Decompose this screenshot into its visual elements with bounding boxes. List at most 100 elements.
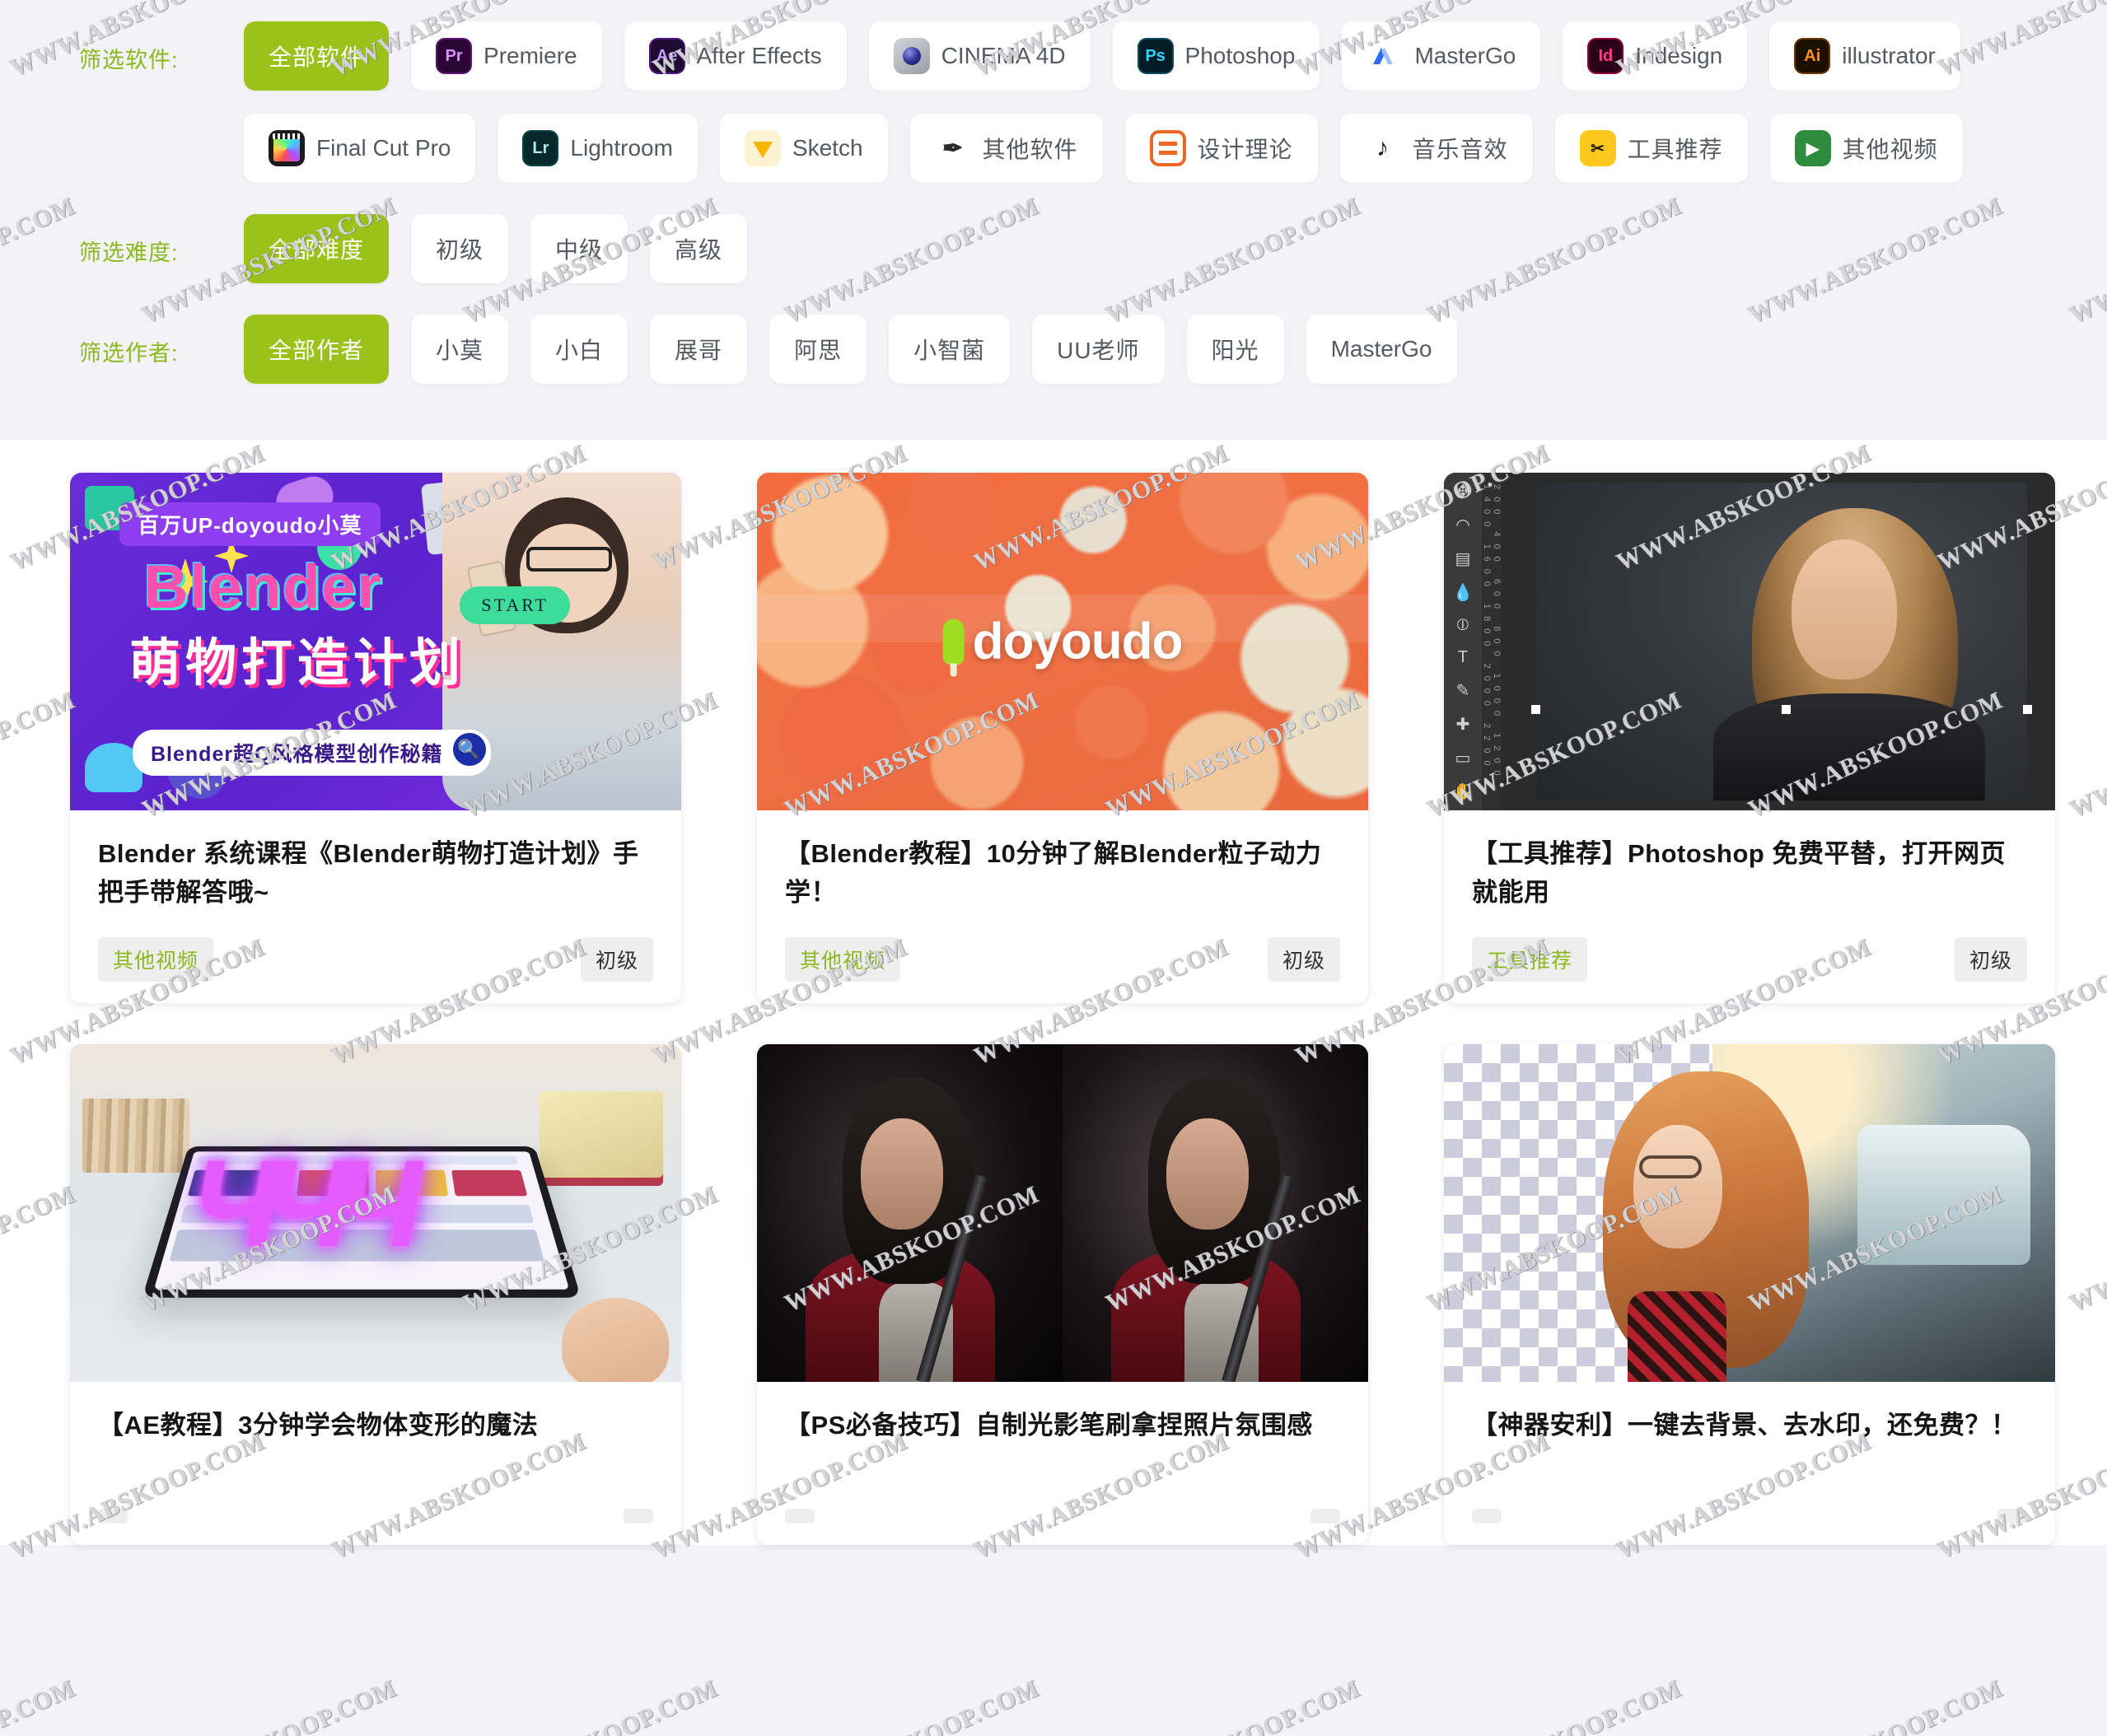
course-card[interactable]: 【神器安利】一键去背景、去水印，还免费？！: [1444, 1044, 2055, 1545]
brush-tool-icon: ✎: [1456, 680, 1470, 701]
filter-row-author: 筛选作者: 全部作者 小莫 小白 展哥 阿思 小智菌 UU老师: [0, 315, 2107, 407]
course-level-tag: 初级: [1955, 937, 2027, 982]
course-card[interactable]: 百万UP-doyoudo小莫 Blender 萌物打造计划 START Blen…: [70, 473, 681, 1003]
filter-label-software: 筛选软件:: [79, 21, 244, 72]
watermark-text: WWW.ABSKOOP.COM: [1102, 1674, 1365, 1736]
filter-chip-illustrator[interactable]: Ai illustrator: [1769, 21, 1960, 91]
filter-chip-label: 全部软件: [269, 40, 364, 72]
filter-chip-cinema4d[interactable]: CINEMA 4D: [869, 21, 1091, 91]
course-card[interactable]: doyoudo 【Blender教程】10分钟了解Blender粒子动力学！ 其…: [757, 473, 1368, 1003]
filter-chip-mastergo[interactable]: MasterGo: [1342, 21, 1540, 91]
course-meta: 其他视频 初级: [785, 937, 1340, 982]
filter-chip-label: Final Cut Pro: [316, 135, 451, 161]
after-effects-icon: Ae: [649, 38, 685, 74]
course-card-body: Blender 系统课程《Blender萌物打造计划》手把手带解答哦~ 其他视频…: [70, 810, 681, 1003]
filter-chip-author-xiaobai[interactable]: 小白: [530, 315, 628, 384]
filter-chip-sketch[interactable]: Sketch: [720, 114, 888, 183]
filter-chip-author-zhange[interactable]: 展哥: [650, 315, 747, 384]
course-meta: [98, 1509, 653, 1524]
filter-chip-design-theory[interactable]: 设计理论: [1125, 114, 1318, 183]
filter-chip-all-software[interactable]: 全部软件: [244, 21, 389, 91]
ps-toolbar: ✥ ◠ ▤ 💧 ⦶ T ✎ ✚ ▭ ✋ 🔍: [1444, 473, 1482, 810]
filter-chips-author: 全部作者 小莫 小白 展哥 阿思 小智菌 UU老师 阳光: [244, 315, 1479, 407]
watermark-text: WWW.ABSKOOP.COM: [138, 1674, 401, 1736]
course-card[interactable]: ЧЧЧ 【AE教程】3分钟学会物体变形的魔法: [70, 1044, 681, 1545]
course-category-tag: [98, 1509, 128, 1524]
filter-chip-author-mastergo[interactable]: MasterGo: [1306, 315, 1457, 384]
filter-chip-label: After Effects: [697, 43, 822, 69]
thumb-start-button: START: [460, 586, 570, 624]
move-tool-icon: ✥: [1456, 481, 1470, 502]
music-note-icon: ♪: [1365, 130, 1401, 166]
course-card-body: 【AE教程】3分钟学会物体变形的魔法: [70, 1382, 681, 1545]
course-level-tag: 初级: [581, 937, 653, 982]
filter-chip-music-sfx[interactable]: ♪ 音乐音效: [1340, 114, 1533, 183]
filter-chip-lightroom[interactable]: Lr Lightroom: [498, 114, 698, 183]
filter-chips-difficulty: 全部难度 初级 中级 高级: [244, 214, 769, 306]
watermark-text: WWW.ABSKOOP.COM: [0, 1674, 80, 1736]
illustrator-icon: Ai: [1794, 38, 1830, 74]
filter-chip-other-video[interactable]: ▶ 其他视频: [1770, 114, 1963, 183]
course-thumbnail: ЧЧЧ: [70, 1044, 681, 1382]
doyoudo-logo: doyoudo: [943, 613, 1183, 671]
filter-chip-after-effects[interactable]: Ae After Effects: [624, 21, 847, 91]
filter-chip-intermediate[interactable]: 中级: [530, 214, 628, 283]
course-title: 【PS必备技巧】自制光影笔刷拿捏照片氛围感: [785, 1407, 1340, 1486]
final-cut-pro-icon: [269, 130, 305, 166]
doyoudo-logo-text: doyoudo: [973, 613, 1183, 671]
thumb-subtitle: Blender超Q风格模型创作秘籍 🔍: [133, 730, 491, 776]
course-card[interactable]: ✥ ◠ ▤ 💧 ⦶ T ✎ ✚ ▭ ✋ 🔍 200 400 600 800 10…: [1444, 473, 2055, 1003]
filter-chip-label: 其他软件: [983, 132, 1078, 165]
course-list: 百万UP-doyoudo小莫 Blender 萌物打造计划 START Blen…: [0, 440, 2107, 1545]
filter-chip-photoshop[interactable]: Ps Photoshop: [1113, 21, 1320, 91]
filter-chip-label: 展哥: [675, 333, 722, 366]
gradient-tool-icon: ▤: [1455, 548, 1471, 569]
filter-chip-indesign[interactable]: Id Indesign: [1563, 21, 1747, 91]
course-title: 【工具推荐】Photoshop 免费平替，打开网页就能用: [1472, 835, 2027, 914]
filter-chip-all-difficulty[interactable]: 全部难度: [244, 214, 389, 283]
filter-chip-author-xiaozhijun[interactable]: 小智菌: [889, 315, 1010, 384]
filter-chip-all-authors[interactable]: 全部作者: [244, 315, 389, 384]
sketch-icon: [745, 130, 781, 166]
filter-chip-label: 工具推荐: [1628, 132, 1723, 165]
course-meta: 工具推荐 初级: [1472, 937, 2027, 982]
filter-label-difficulty: 筛选难度:: [79, 214, 244, 264]
filter-chip-premiere[interactable]: Pr Premiere: [411, 21, 602, 91]
filter-chip-other-software[interactable]: ✒ 其他软件: [910, 114, 1103, 183]
filter-chip-author-uu-teacher[interactable]: UU老师: [1032, 315, 1164, 384]
filter-chip-label: 其他视频: [1843, 132, 1938, 165]
filter-chip-label: 设计理论: [1198, 132, 1293, 165]
course-meta: [785, 1509, 1340, 1524]
premiere-icon: Pr: [436, 38, 472, 74]
course-thumbnail: ✥ ◠ ▤ 💧 ⦶ T ✎ ✚ ▭ ✋ 🔍 200 400 600 800 10…: [1444, 473, 2055, 810]
course-level-tag: [1310, 1509, 1340, 1524]
course-level-tag: 初级: [1268, 937, 1340, 982]
filter-chip-label: 初级: [436, 232, 484, 265]
indesign-icon: Id: [1587, 38, 1623, 74]
watermark-text: WWW.ABSKOOP.COM: [1423, 1674, 1686, 1736]
thumb-top-badge: 百万UP-doyoudo小莫: [119, 502, 381, 546]
blur-tool-icon: 💧: [1453, 582, 1474, 603]
course-card[interactable]: 【PS必备技巧】自制光影笔刷拿捏照片氛围感: [757, 1044, 1368, 1545]
type-tool-icon: T: [1458, 648, 1468, 667]
filter-chip-advanced[interactable]: 高级: [650, 214, 747, 283]
filter-chip-label: Sketch: [792, 135, 863, 161]
pen-nib-icon: ✒: [935, 130, 971, 166]
course-meta: [1472, 1509, 2027, 1524]
cinema4d-icon: [894, 38, 930, 74]
filter-chip-beginner[interactable]: 初级: [411, 214, 508, 283]
filter-chip-author-yangguang[interactable]: 阳光: [1187, 315, 1284, 384]
filter-chip-label: 音乐音效: [1413, 132, 1508, 165]
watermark-text: WWW.ABSKOOP.COM: [781, 1674, 1044, 1736]
course-grid: 百万UP-doyoudo小莫 Blender 萌物打造计划 START Blen…: [0, 473, 2107, 1545]
course-category-tag: [1472, 1509, 1502, 1524]
filter-chip-label: CINEMA 4D: [941, 43, 1066, 69]
filter-chip-tool-recommend[interactable]: ✂ 工具推荐: [1555, 114, 1748, 183]
course-card-body: 【Blender教程】10分钟了解Blender粒子动力学！ 其他视频 初级: [757, 810, 1368, 1003]
filter-row-difficulty: 筛选难度: 全部难度 初级 中级 高级: [0, 214, 2107, 306]
filter-chip-author-asi[interactable]: 阿思: [769, 315, 867, 384]
filter-chip-author-xiaomo[interactable]: 小莫: [411, 315, 508, 384]
filter-chips-software: 全部软件 Pr Premiere Ae After Effects CINEMA…: [244, 21, 2015, 206]
filter-chip-label: illustrator: [1842, 43, 1936, 69]
filter-chip-final-cut-pro[interactable]: Final Cut Pro: [244, 114, 475, 183]
